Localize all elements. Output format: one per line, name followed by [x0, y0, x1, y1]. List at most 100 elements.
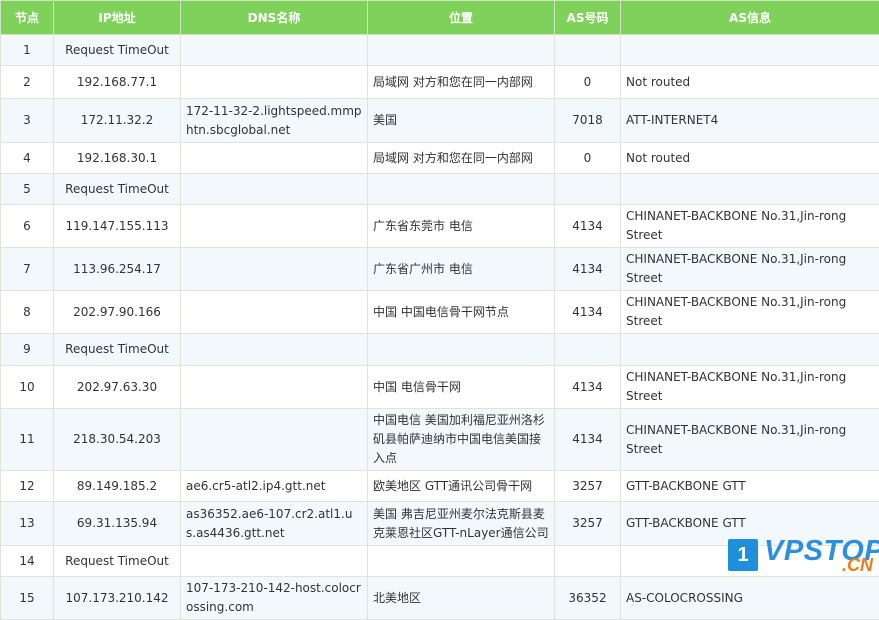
- cell-dns: [181, 174, 368, 205]
- cell-as-num: 3257: [555, 471, 621, 502]
- cell-dns: ae6.cr5-atl2.ip4.gtt.net: [181, 471, 368, 502]
- cell-node: 6: [1, 205, 54, 248]
- cell-node: 3: [1, 99, 54, 143]
- cell-node: 9: [1, 334, 54, 366]
- table-row: 7113.96.254.17广东省广州市 电信4134CHINANET-BACK…: [1, 248, 879, 291]
- cell-node: 15: [1, 577, 54, 620]
- cell-ip: 218.30.54.203: [54, 409, 181, 471]
- cell-ip: 69.31.135.94: [54, 502, 181, 546]
- cell-node: 5: [1, 174, 54, 205]
- watermark-number-badge: 1: [728, 539, 758, 571]
- table-row: 10202.97.63.30 中国 电信骨干网4134CHINANET-BACKB…: [1, 366, 879, 409]
- cell-as-info: [621, 174, 879, 205]
- cell-as-info: CHINANET-BACKBONE No.31,Jin-rong Street: [621, 409, 879, 471]
- cell-ip: 192.168.77.1: [54, 66, 181, 99]
- cell-as-num: 3257: [555, 502, 621, 546]
- cell-location: [368, 334, 555, 366]
- cell-as-num: 0: [555, 66, 621, 99]
- traceroute-table: 节点 IP地址 DNS名称 位置 AS号码 AS信息 1Request Time…: [0, 0, 879, 620]
- cell-as-info: Not routed: [621, 66, 879, 99]
- cell-dns: [181, 143, 368, 174]
- table-row: 5Request TimeOut: [1, 174, 879, 205]
- cell-as-num: [555, 546, 621, 577]
- cell-dns: [181, 366, 368, 409]
- cell-location: 中国电信 美国加利福尼亚州洛杉矶县帕萨迪纳市中国电信美国接入点: [368, 409, 555, 471]
- cell-as-info: CHINANET-BACKBONE No.31,Jin-rong Street: [621, 205, 879, 248]
- watermark-tld: .CN: [842, 555, 873, 576]
- cell-node: 10: [1, 366, 54, 409]
- cell-dns: [181, 35, 368, 66]
- cell-location: 美国: [368, 99, 555, 143]
- table-row: 1Request TimeOut: [1, 35, 879, 66]
- cell-ip: 202.97.63.30: [54, 366, 181, 409]
- cell-node: 11: [1, 409, 54, 471]
- header-node: 节点: [1, 1, 54, 35]
- table-row: 8202.97.90.166 中国 中国电信骨干网节点4134CHINANET-B…: [1, 291, 879, 334]
- cell-as-num: 4134: [555, 291, 621, 334]
- cell-as-num: [555, 35, 621, 66]
- cell-as-num: 7018: [555, 99, 621, 143]
- cell-ip: 107.173.210.142: [54, 577, 181, 620]
- table-row: 3172.11.32.2172-11-32-2.lightspeed.mmpht…: [1, 99, 879, 143]
- cell-dns: 172-11-32-2.lightspeed.mmphtn.sbcglobal.…: [181, 99, 368, 143]
- table-header-row: 节点 IP地址 DNS名称 位置 AS号码 AS信息: [1, 1, 879, 35]
- cell-as-info: [621, 334, 879, 366]
- cell-as-info: GTT-BACKBONE GTT: [621, 471, 879, 502]
- cell-dns: 107-173-210-142-host.colocrossing.com: [181, 577, 368, 620]
- table-row: 6119.147.155.113广东省东莞市 电信4134CHINANET-BA…: [1, 205, 879, 248]
- cell-dns: [181, 248, 368, 291]
- cell-dns: [181, 291, 368, 334]
- cell-ip: Request TimeOut: [54, 334, 181, 366]
- header-dns: DNS名称: [181, 1, 368, 35]
- cell-ip: 113.96.254.17: [54, 248, 181, 291]
- cell-as-num: [555, 334, 621, 366]
- cell-dns: [181, 205, 368, 248]
- cell-ip: 172.11.32.2: [54, 99, 181, 143]
- cell-as-info: ATT-INTERNET4: [621, 99, 879, 143]
- cell-location: 中国 中国电信骨干网节点: [368, 291, 555, 334]
- cell-location: [368, 546, 555, 577]
- table-row: 11218.30.54.203 中国电信 美国加利福尼亚州洛杉矶县帕萨迪纳市中国电…: [1, 409, 879, 471]
- cell-dns: [181, 409, 368, 471]
- cell-node: 2: [1, 66, 54, 99]
- header-ip: IP地址: [54, 1, 181, 35]
- cell-ip: 202.97.90.166: [54, 291, 181, 334]
- cell-location: 广东省广州市 电信: [368, 248, 555, 291]
- cell-as-num: 0: [555, 143, 621, 174]
- cell-as-num: 4134: [555, 409, 621, 471]
- cell-location: 中国 电信骨干网: [368, 366, 555, 409]
- cell-as-info: CHINANET-BACKBONE No.31,Jin-rong Street: [621, 366, 879, 409]
- cell-location: 广东省东莞市 电信: [368, 205, 555, 248]
- cell-as-num: 36352: [555, 577, 621, 620]
- table-row: 15107.173.210.142107-173-210-142-host.co…: [1, 577, 879, 620]
- cell-as-info: CHINANET-BACKBONE No.31,Jin-rong Street: [621, 248, 879, 291]
- cell-ip: 192.168.30.1: [54, 143, 181, 174]
- cell-as-num: 4134: [555, 366, 621, 409]
- header-location: 位置: [368, 1, 555, 35]
- cell-location: 局域网 对方和您在同一内部网: [368, 143, 555, 174]
- cell-node: 4: [1, 143, 54, 174]
- cell-as-info: Not routed: [621, 143, 879, 174]
- cell-as-info: [621, 35, 879, 66]
- cell-location: 局域网 对方和您在同一内部网: [368, 66, 555, 99]
- table-row: 2192.168.77.1 局域网 对方和您在同一内部网0Not routed: [1, 66, 879, 99]
- cell-ip: 89.149.185.2: [54, 471, 181, 502]
- header-as-info: AS信息: [621, 1, 879, 35]
- cell-location: [368, 35, 555, 66]
- cell-as-num: [555, 174, 621, 205]
- cell-dns: as36352.ae6-107.cr2.atl1.us.as4436.gtt.n…: [181, 502, 368, 546]
- cell-ip: 119.147.155.113: [54, 205, 181, 248]
- cell-node: 7: [1, 248, 54, 291]
- cell-ip: Request TimeOut: [54, 35, 181, 66]
- table-row: 4192.168.30.1 局域网 对方和您在同一内部网0Not routed: [1, 143, 879, 174]
- cell-node: 12: [1, 471, 54, 502]
- cell-location: 北美地区: [368, 577, 555, 620]
- cell-dns: [181, 546, 368, 577]
- table-row: 1289.149.185.2ae6.cr5-atl2.ip4.gtt.net欧美…: [1, 471, 879, 502]
- cell-dns: [181, 334, 368, 366]
- cell-as-info: CHINANET-BACKBONE No.31,Jin-rong Street: [621, 291, 879, 334]
- cell-node: 8: [1, 291, 54, 334]
- cell-ip: Request TimeOut: [54, 546, 181, 577]
- cell-location: 美国 弗吉尼亚州麦尔法克斯县麦克莱恩社区GTT-nLayer通信公司: [368, 502, 555, 546]
- cell-location: [368, 174, 555, 205]
